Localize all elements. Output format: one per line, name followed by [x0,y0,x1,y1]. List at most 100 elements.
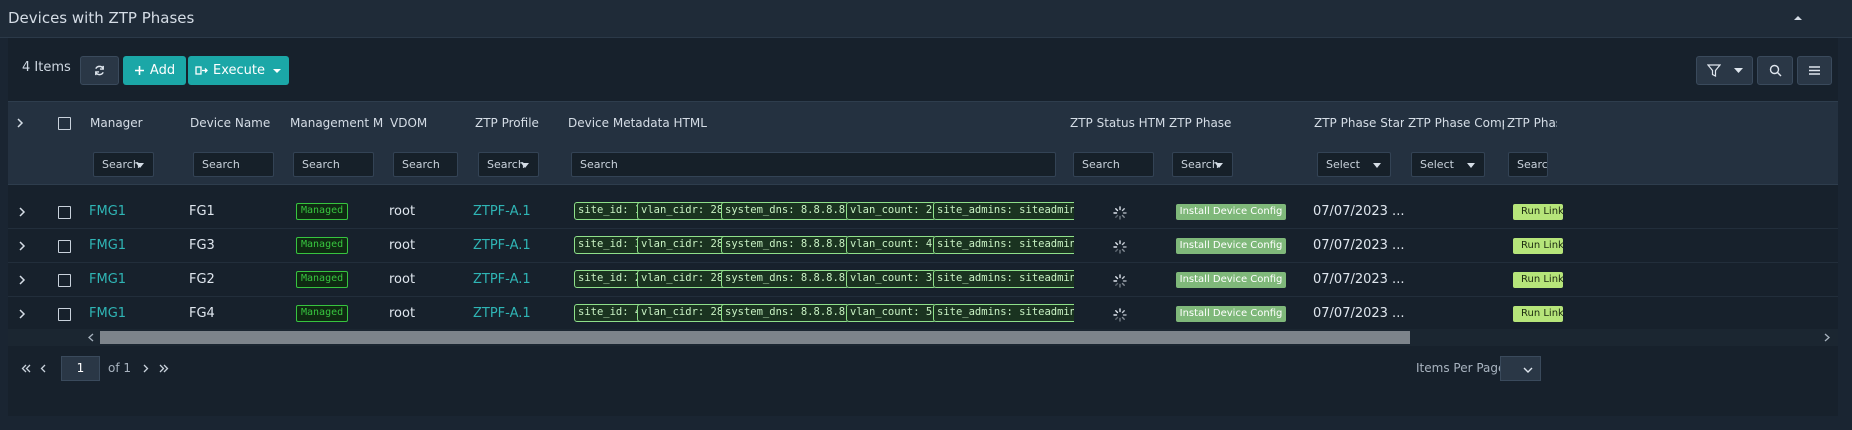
run-link-button[interactable]: Run Link [1513,306,1563,322]
column-header-device-metadata[interactable]: Device Metadata HTML [568,116,1058,130]
vdom-value: root [389,204,416,219]
column-header-ztp-profile[interactable]: ZTP Profile [475,116,560,130]
vdom-value: root [389,238,416,253]
spinner-icon [1113,308,1127,322]
device-metadata: site_id: 1 vlan_cidr: 28 system_dns: 8.8… [574,202,1074,222]
run-link-button[interactable]: Run Link [1513,204,1563,220]
filter-icon [1706,64,1721,77]
column-header-ztp-phase-complete[interactable]: ZTP Phase Complet [1408,116,1504,130]
device-metadata: site_id: 2 vlan_cidr: 28 system_dns: 8.8… [574,270,1074,290]
vdom-search-input[interactable]: Search [393,152,458,177]
manager-link[interactable]: FMG1 [89,204,126,219]
ztp-profile-link[interactable]: ZTPF-A.1 [473,306,531,321]
page-number-input[interactable]: 1 [61,356,100,381]
last-page-icon[interactable] [159,364,169,373]
row-checkbox[interactable] [58,206,71,219]
manager-link[interactable]: FMG1 [89,272,126,287]
column-header-ztp-phase[interactable]: ZTP Phase [1169,116,1309,130]
scroll-right-icon[interactable] [1824,333,1830,342]
expand-row-icon[interactable] [18,241,26,251]
run-link-button[interactable]: Run Link [1513,272,1563,288]
row-checkbox[interactable] [58,240,71,253]
manager-link[interactable]: FMG1 [89,306,126,321]
metadata-tag: system_dns: 8.8.8.8 [721,202,850,220]
ztp-profile-link[interactable]: ZTPF-A.1 [473,272,531,287]
device-metadata: site_id: 3 vlan_cidr: 28 system_dns: 8.8… [574,236,1074,256]
previous-page-icon[interactable] [40,364,46,373]
vdom-value: root [389,272,416,287]
expand-row-icon[interactable] [18,309,26,319]
row-checkbox[interactable] [58,274,71,287]
pagination: 1 of 1 Items Per Page [8,356,1838,396]
expand-row-icon[interactable] [18,275,26,285]
metadata-tag: vlan_count: 2 [846,202,937,220]
column-header-device-name[interactable]: Device Name [190,116,284,130]
execute-button[interactable]: Execute [188,56,289,85]
select-all-checkbox[interactable] [58,117,71,130]
menu-button[interactable] [1797,56,1832,85]
scroll-left-icon[interactable] [88,333,94,342]
filter-label: Search [1181,158,1219,171]
spinner-icon [1113,240,1127,254]
expand-row-icon[interactable] [18,207,26,217]
column-header-manager[interactable]: Manager [90,116,184,130]
add-label: Add [149,63,176,78]
first-page-icon[interactable] [21,364,31,373]
table-row[interactable]: FMG1 FG3 Managed root ZTPF-A.1 site_id: … [8,229,1838,263]
metadata-tag: site_admins: siteadmin1, [933,202,1074,220]
run-link-button[interactable]: Run Link [1513,238,1563,254]
ztp-profile-link[interactable]: ZTPF-A.1 [473,204,531,219]
search-button[interactable] [1757,56,1793,85]
metadata-tag: system_dns: 8.8.8.8 [721,304,850,322]
column-header-ztp-status[interactable]: ZTP Status HTML.. [1070,116,1165,130]
management-mode-badge: Managed [296,305,349,322]
caret-down-icon [1733,67,1743,73]
execute-label: Execute [213,63,265,78]
column-header-vdom[interactable]: VDOM [390,116,470,130]
table-row[interactable]: FMG1 FG4 Managed root ZTPF-A.1 site_id: … [8,297,1838,331]
device-metadata: site_id: 4 vlan_cidr: 28 system_dns: 8.8… [574,304,1074,324]
manager-filter-dropdown[interactable]: Search [93,152,154,177]
ztp-profile-filter-dropdown[interactable]: Search [478,152,539,177]
metadata-tag: vlan_cidr: 28 [637,304,728,322]
refresh-button[interactable] [80,56,119,85]
chevron-up-icon[interactable] [1792,13,1804,23]
ztp-phase-complete-select[interactable]: Select [1411,152,1485,177]
items-per-page-select[interactable] [1500,356,1541,381]
panel-title: Devices with ZTP Phases [8,9,195,27]
column-header-ztp-phase-started[interactable]: ZTP Phase Started [1314,116,1404,130]
ztp-phase-started-select[interactable]: Select [1317,152,1391,177]
ztp-status-search-input[interactable]: Search [1073,152,1154,177]
ztp-phase-action-search-input[interactable]: Search [1508,152,1548,177]
execute-icon [195,66,208,75]
table-row[interactable]: FMG1 FG2 Managed root ZTPF-A.1 site_id: … [8,263,1838,297]
filter-label: Select [1326,158,1360,171]
add-button[interactable]: Add [123,56,186,85]
ztp-phase-started: 07/07/2023 ... [1313,306,1405,321]
metadata-tag: vlan_count: 5 [846,304,937,322]
device-metadata-search-input[interactable]: Search [571,152,1056,177]
horizontal-scrollbar[interactable] [8,329,1838,346]
device-name-search-input[interactable]: Search [193,152,274,177]
metadata-tag: vlan_cidr: 28 [637,202,728,220]
metadata-tag: vlan_cidr: 28 [637,270,728,288]
manager-link[interactable]: FMG1 [89,238,126,253]
device-name: FG3 [189,238,215,253]
metadata-tag: site_admins: siteadmin1, [933,270,1074,288]
filter-label: Search [487,158,525,171]
ztp-phase-started: 07/07/2023 ... [1313,272,1405,287]
column-header-management-mode[interactable]: Management Mode [290,116,384,130]
next-page-icon[interactable] [143,364,149,373]
ztp-phase-filter-dropdown[interactable]: Search [1172,152,1233,177]
scrollbar-thumb[interactable] [100,331,1410,344]
ztp-profile-link[interactable]: ZTPF-A.1 [473,238,531,253]
items-per-page-label: Items Per Page [1416,361,1506,375]
metadata-tag: site_id: 2 [574,270,646,288]
expand-all-icon[interactable] [16,118,24,128]
filter-button[interactable] [1696,56,1753,85]
column-header-ztp-phase-action[interactable]: ZTP Phas [1507,116,1557,130]
panel-header: Devices with ZTP Phases [0,0,1852,38]
table-row[interactable]: FMG1 FG1 Managed root ZTPF-A.1 site_id: … [8,195,1838,229]
management-mode-search-input[interactable]: Search [293,152,374,177]
row-checkbox[interactable] [58,308,71,321]
